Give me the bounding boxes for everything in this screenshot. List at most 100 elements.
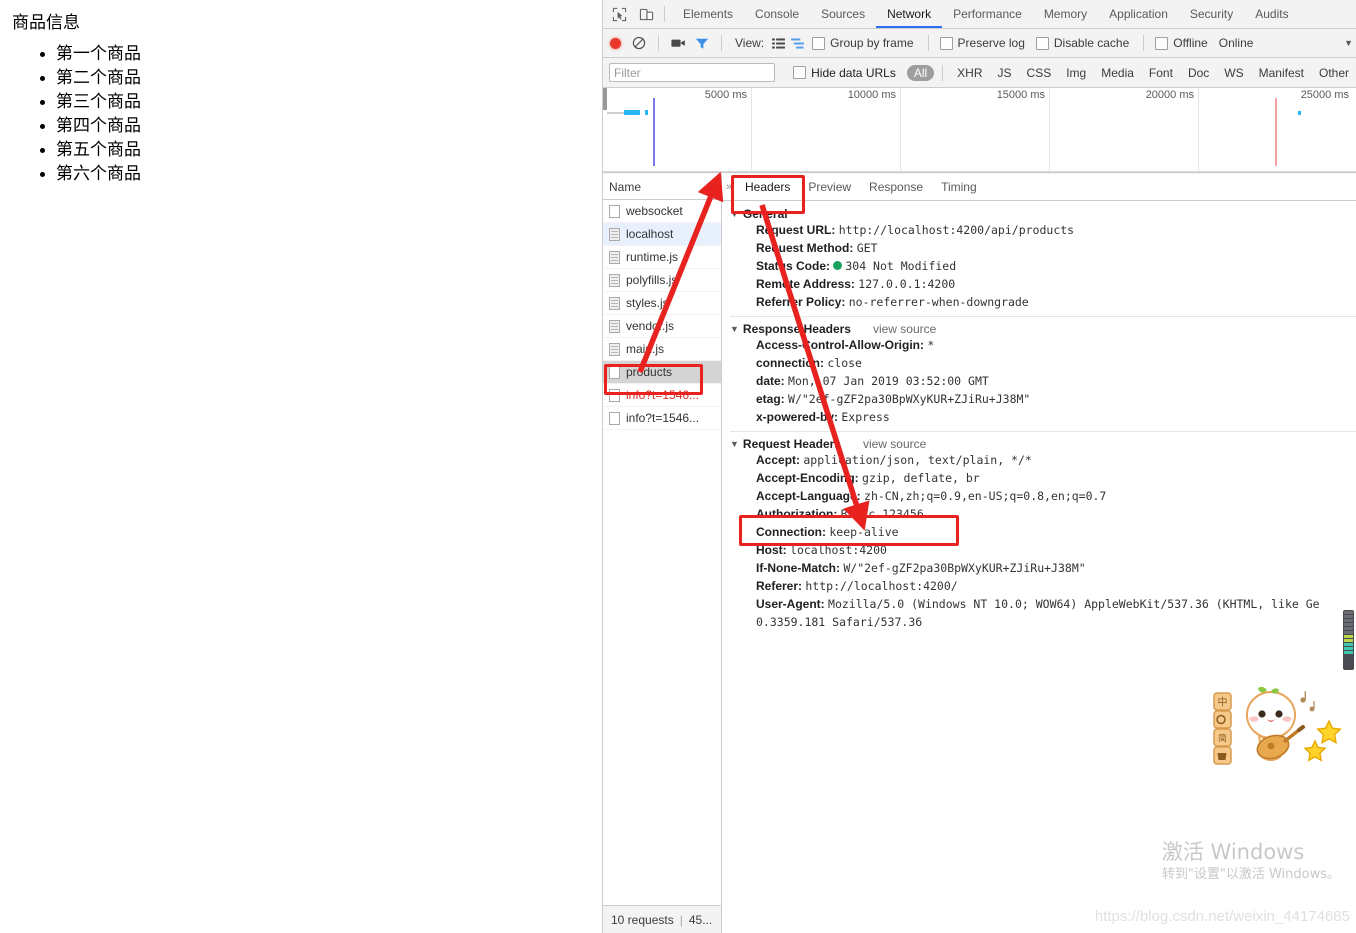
response-headers-header[interactable]: ▼ Response Headers view source (730, 322, 1356, 336)
scrollbar-overlay[interactable] (1343, 610, 1354, 670)
table-row[interactable]: runtime.js (603, 246, 721, 269)
filter-type-all[interactable]: All (906, 64, 935, 81)
disable-cache-checkbox[interactable]: Disable cache (1032, 36, 1133, 50)
view-label: View: (735, 36, 765, 50)
device-toolbar-icon[interactable] (635, 3, 657, 25)
header-key: date: (756, 374, 785, 388)
table-row-products[interactable]: products (603, 361, 721, 384)
tab-memory[interactable]: Memory (1033, 0, 1098, 28)
preserve-log-label: Preserve log (957, 36, 1025, 50)
chevron-down-icon[interactable]: ▼ (1344, 38, 1353, 48)
header-value: Mozilla/5.0 (Windows NT 10.0; WOW64) App… (828, 597, 1320, 611)
tab-console[interactable]: Console (744, 0, 810, 28)
header-row-continued: 0.3359.181 Safari/537.36 (730, 613, 1356, 631)
section-title: Response Headers (742, 322, 851, 336)
header-key: x-powered-by: (756, 410, 839, 424)
offline-checkbox[interactable]: Offline (1151, 36, 1211, 50)
request-name: main.js (626, 342, 665, 356)
tab-timing[interactable]: Timing (932, 174, 986, 200)
tab-security[interactable]: Security (1179, 0, 1244, 28)
header-key: connection: (756, 356, 824, 370)
tab-elements[interactable]: Elements (672, 0, 744, 28)
header-key: Host: (756, 543, 787, 557)
header-value: W/"2ef-gZF2pa30BpWXyKUR+ZJiRu+J38M" (788, 392, 1031, 406)
table-row[interactable]: polyfills.js (603, 269, 721, 292)
header-value: GET (856, 241, 878, 255)
filter-icon[interactable] (690, 32, 714, 54)
filter-type-xhr[interactable]: XHR (950, 65, 989, 81)
filter-type-other[interactable]: Other (1312, 65, 1356, 81)
filter-type-ws[interactable]: WS (1217, 65, 1250, 81)
header-value: http://localhost:4200/ (805, 579, 958, 593)
header-row: Status Code: 304 Not Modified (730, 257, 1356, 275)
tab-preview[interactable]: Preview (799, 174, 860, 200)
header-row: Remote Address: 127.0.0.1:4200 (730, 275, 1356, 293)
waterfall-view-icon[interactable] (788, 34, 808, 52)
network-filter-bar: Hide data URLs All XHR JS CSS Img Media … (603, 58, 1356, 88)
header-value: 0.3359.181 Safari/537.36 (756, 615, 923, 629)
hide-data-urls-checkbox[interactable]: Hide data URLs (789, 66, 900, 80)
filter-type-css[interactable]: CSS (1020, 65, 1059, 81)
list-view-icon[interactable] (768, 34, 788, 52)
header-key: Request URL: (756, 223, 836, 237)
filter-type-doc[interactable]: Doc (1181, 65, 1216, 81)
list-item: 第三个商品 (56, 90, 141, 114)
request-headers-section: ▼ Request Headers view source Accept: ap… (730, 437, 1356, 631)
tab-sources[interactable]: Sources (810, 0, 876, 28)
clear-button[interactable] (627, 32, 651, 54)
header-value: Express (841, 410, 890, 424)
table-row[interactable]: info?t=1546... (603, 407, 721, 430)
filter-type-font[interactable]: Font (1142, 65, 1180, 81)
inspect-element-icon[interactable] (608, 3, 630, 25)
request-headers-header[interactable]: ▼ Request Headers view source (730, 437, 1356, 451)
triangle-down-icon: ▼ (730, 209, 739, 219)
view-source-link[interactable]: view source (863, 437, 926, 451)
header-row: date: Mon, 07 Jan 2019 03:52:00 GMT (730, 372, 1356, 390)
filter-type-media[interactable]: Media (1094, 65, 1141, 81)
tab-performance[interactable]: Performance (942, 0, 1033, 28)
capture-screenshots-icon[interactable] (666, 32, 690, 54)
table-row[interactable]: info?t=1546... (603, 384, 721, 407)
view-source-link[interactable]: view source (873, 322, 936, 336)
timeline-baseline (603, 171, 1356, 172)
document-icon (609, 273, 620, 287)
filter-divider (942, 64, 944, 81)
request-name: info?t=1546... (626, 411, 700, 425)
record-button[interactable] (603, 32, 627, 54)
header-value: gzip, deflate, br (862, 471, 980, 485)
header-row: Accept: application/json, text/plain, */… (730, 451, 1356, 469)
general-section-header[interactable]: ▼ General (730, 207, 1356, 221)
tab-audits[interactable]: Audits (1244, 0, 1299, 28)
header-key: Connection: (756, 525, 826, 539)
request-name: styles.js (626, 296, 669, 310)
header-row-authorization: Authorization: Basic 123456 (730, 505, 1356, 523)
filter-type-js[interactable]: JS (991, 65, 1019, 81)
table-row[interactable]: styles.js (603, 292, 721, 315)
tab-response[interactable]: Response (860, 174, 932, 200)
table-row[interactable]: main.js (603, 338, 721, 361)
table-row[interactable]: vendor.js (603, 315, 721, 338)
table-row[interactable]: websocket (603, 200, 721, 223)
request-list: websocket localhost runtime.js polyfills… (603, 200, 721, 905)
filter-type-manifest[interactable]: Manifest (1252, 65, 1311, 81)
timeline-dclevent-marker (653, 98, 655, 166)
request-list-header[interactable]: Name (603, 174, 721, 200)
section-title: Request Headers (742, 437, 841, 451)
tab-network[interactable]: Network (876, 0, 943, 28)
request-name: products (626, 365, 673, 379)
network-overview-timeline[interactable]: 5000 ms 10000 ms 15000 ms 20000 ms 25000… (603, 88, 1356, 173)
controls-divider-2 (721, 35, 722, 51)
group-by-frame-checkbox[interactable]: Group by frame (808, 36, 917, 50)
tab-headers[interactable]: Headers (736, 174, 799, 200)
throttling-select[interactable]: Online (1215, 36, 1258, 50)
general-section: ▼ General Request URL: http://localhost:… (730, 207, 1356, 311)
table-row[interactable]: localhost (603, 223, 721, 246)
header-row: x-powered-by: Express (730, 408, 1356, 426)
preserve-log-checkbox[interactable]: Preserve log (936, 36, 1029, 50)
filter-input[interactable] (609, 63, 776, 82)
filter-type-img[interactable]: Img (1059, 65, 1093, 81)
tab-application[interactable]: Application (1098, 0, 1179, 28)
chevron-left-icon[interactable]: » (722, 181, 736, 193)
header-key: Referer: (756, 579, 803, 593)
triangle-down-icon: ▼ (730, 439, 739, 449)
